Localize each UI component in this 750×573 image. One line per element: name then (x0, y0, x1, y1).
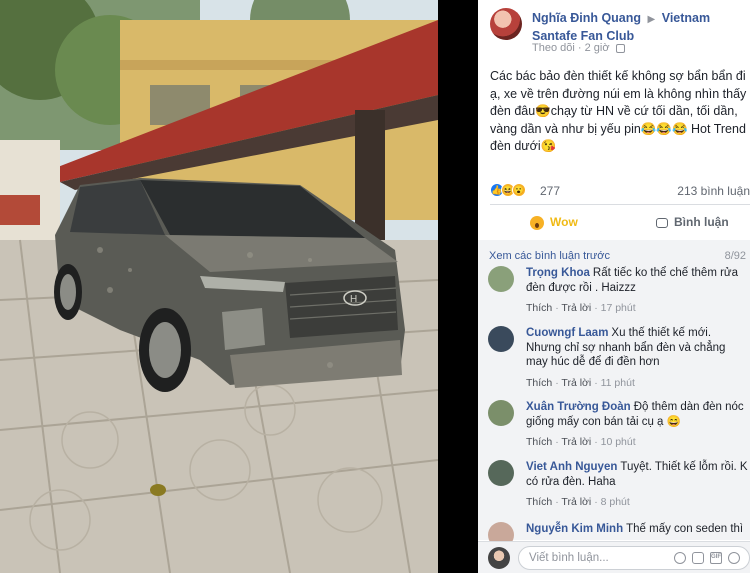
wow-reaction-button[interactable]: Wow (530, 215, 578, 230)
comment-reply-link[interactable]: Trả lời (561, 377, 591, 389)
group-privacy-icon (615, 43, 625, 53)
wow-label: Wow (550, 215, 578, 229)
commenter-name[interactable]: Cuowngf Laam (526, 327, 608, 339)
author-avatar[interactable] (490, 8, 522, 40)
comment-reply-link[interactable]: Trả lời (561, 436, 591, 448)
comment-body: Xuân Trường Đoàn Độ thêm dàn đèn nóc giốn… (526, 400, 748, 450)
reaction-icons: 👍😆😮 (490, 183, 526, 197)
comment-time[interactable]: 10 phút (601, 436, 636, 448)
action-dot: · (555, 496, 559, 508)
comment-count[interactable]: 213 bình luận (677, 184, 750, 198)
comment-time[interactable]: 8 phút (601, 496, 630, 508)
commenter-avatar[interactable] (488, 266, 514, 292)
action-dot: · (594, 376, 598, 389)
comment-body: Nguyễn Kim Minh Thế mấy con seden thì (526, 522, 748, 537)
comment-reply-link[interactable]: Trả lời (561, 302, 591, 314)
current-user-avatar (488, 547, 510, 569)
post-actions: Wow Bình luận (490, 207, 750, 237)
action-dot: · (555, 376, 559, 389)
wow-face-icon (530, 215, 544, 230)
post-meta: Theo dõi · 2 giờ (532, 42, 625, 54)
sticker-icon[interactable] (728, 552, 740, 564)
comment-actions: Thích · Trả lời · 11 phút (526, 376, 748, 391)
post-author-line: Nghĩa Đinh Quang ▶ Vietnam Santafe Fan C… (532, 10, 746, 44)
commenter-avatar[interactable] (488, 326, 514, 352)
comment-actions: Thích · Trả lời · 10 phút (526, 435, 748, 450)
wow-icon: 😮 (512, 183, 526, 197)
post-time[interactable]: 2 giờ (585, 42, 610, 54)
action-dot: · (555, 302, 559, 314)
reactions-summary[interactable]: 👍😆😮 277 213 bình luận (490, 181, 750, 201)
divider (490, 204, 750, 205)
comments-page-count: 8/92 (724, 250, 746, 262)
muddy-suv-photo: H (0, 0, 438, 573)
comment-like-link[interactable]: Thích (526, 302, 552, 314)
comment-label: Bình luận (674, 215, 729, 229)
comment-body: Trọng Khoa Rất tiếc ko thể chế thêm rửa đ… (526, 266, 748, 316)
comment-actions: Thích · Trả lời · 8 phút (526, 495, 748, 510)
arrow-right-icon: ▶ (647, 14, 656, 25)
commenter-name[interactable]: Trọng Khoa (526, 267, 590, 279)
camera-icon[interactable] (692, 552, 704, 564)
comment-time[interactable]: 11 phút (601, 377, 635, 389)
action-dot: · (594, 436, 598, 448)
comment-actions: Thích · Trả lời · 17 phút (526, 301, 748, 316)
emoji-icon[interactable] (674, 552, 686, 564)
comment-like-link[interactable]: Thích (526, 496, 552, 508)
meta-dot: · (577, 42, 582, 54)
comments-section: Xem các bình luận trước 8/92 Trọng Khoa R… (478, 240, 750, 548)
action-dot: · (555, 436, 559, 448)
commenter-avatar[interactable] (488, 460, 514, 486)
commenter-avatar[interactable] (488, 400, 514, 426)
comment-body: Viet Anh Nguyen Tuyệt. Thiết kế lỗm rồi. … (526, 460, 748, 510)
comment-composer: Viết bình luận... GIF (478, 541, 750, 573)
follow-link[interactable]: Theo dõi (532, 42, 575, 54)
action-dot: · (594, 302, 598, 314)
reaction-count[interactable]: 277 (540, 184, 560, 198)
comment-time[interactable]: 17 phút (601, 302, 636, 314)
post-text: Các bác bảo đèn thiết kế không sợ bẩn bẩ… (490, 69, 747, 153)
comment-reply-link[interactable]: Trả lời (561, 496, 591, 508)
post-header: Nghĩa Đinh Quang ▶ Vietnam Santafe Fan C… (478, 0, 750, 60)
comment-like-link[interactable]: Thích (526, 436, 552, 448)
commenter-name[interactable]: Viet Anh Nguyen (526, 461, 617, 473)
comment-like-link[interactable]: Thích (526, 377, 552, 389)
comment-input-placeholder: Viết bình luận... (529, 552, 609, 564)
comment-body: Cuowngf Laam Xu thế thiết kế mới. Nhưng c… (526, 326, 748, 390)
post-side-panel: Nghĩa Đinh Quang ▶ Vietnam Santafe Fan C… (478, 0, 750, 573)
post-photo[interactable]: H (0, 0, 438, 573)
photo-badge: H (350, 294, 357, 305)
gif-icon[interactable]: GIF (710, 552, 722, 564)
view-previous-comments-link[interactable]: Xem các bình luận trước (489, 250, 610, 262)
comment-bubble-icon (656, 217, 668, 228)
comment-text: Thế mấy con seden thì (626, 523, 744, 535)
comment-button[interactable]: Bình luận (656, 215, 729, 229)
commenter-name[interactable]: Xuân Trường Đoàn (526, 401, 631, 413)
commenter-name[interactable]: Nguyễn Kim Minh (526, 523, 623, 535)
action-dot: · (594, 496, 598, 508)
author-name[interactable]: Nghĩa Đinh Quang (532, 11, 641, 25)
